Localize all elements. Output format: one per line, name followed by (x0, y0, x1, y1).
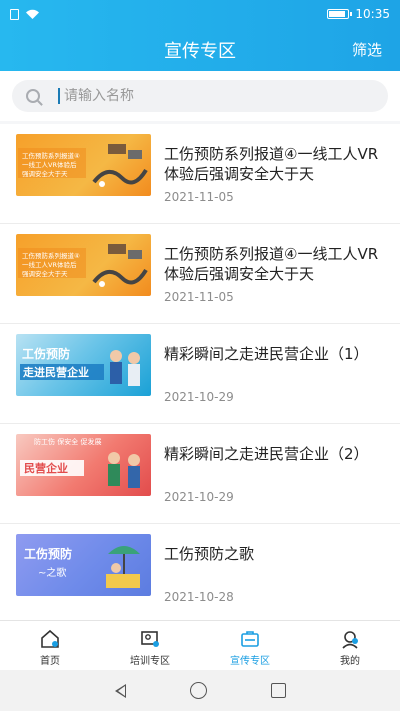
search-icon (26, 89, 40, 103)
article-info: 精彩瞬间之走进民营企业（1） 2021-10-29 (164, 334, 384, 423)
article-title: 工伤预防系列报道④一线工人VR体验后强调安全大于天 (164, 145, 379, 183)
svg-text:一线工人VR体验后: 一线工人VR体验后 (22, 260, 77, 269)
recent-apps-icon[interactable] (270, 683, 286, 698)
thumbnail-illustration: 工伤预防 走进民营企业 (20, 346, 140, 386)
wifi-icon (26, 9, 39, 19)
svg-text:民营企业: 民营企业 (24, 461, 68, 475)
tab-label: 我的 (340, 656, 360, 667)
list-item[interactable]: 工伤预防 ~之歌 工伤预防之歌 2021-10-28 (0, 524, 400, 622)
article-title: 工伤预防之歌 (164, 545, 255, 563)
search-box[interactable] (12, 80, 388, 112)
article-info: 工伤预防系列报道④一线工人VR体验后强调安全大于天 2021-11-05 (164, 134, 384, 223)
article-title: 精彩瞬间之走进民营企业（2） (164, 445, 369, 463)
thumbnail-illustration: 工伤预防 ~之歌 (24, 546, 140, 588)
svg-text:强调安全大于天: 强调安全大于天 (22, 169, 68, 178)
publicity-icon (241, 631, 259, 647)
home-icon (41, 629, 59, 648)
article-thumbnail: 工伤预防 走进民营企业 (16, 334, 151, 396)
tab-label: 培训专区 (130, 656, 170, 667)
svg-text:工伤预防系列报道④: 工伤预防系列报道④ (22, 151, 80, 160)
svg-text:工伤预防: 工伤预防 (22, 346, 70, 361)
bottom-tab-bar: 首页 培训专区 宣传专区 我的 (0, 620, 400, 670)
svg-text:工伤预防系列报道④: 工伤预防系列报道④ (22, 251, 80, 260)
article-date: 2021-11-05 (164, 290, 234, 304)
svg-text:一线工人VR体验后: 一线工人VR体验后 (22, 160, 77, 169)
app-header: 10:35 宣传专区 筛选 (0, 0, 400, 71)
training-icon (141, 631, 159, 647)
tab-label: 宣传专区 (230, 656, 270, 667)
svg-text:走进民营企业: 走进民营企业 (22, 365, 89, 379)
article-title: 精彩瞬间之走进民营企业（1） (164, 345, 369, 363)
status-icons-left (10, 8, 40, 20)
status-bar: 10:35 (0, 0, 400, 28)
article-thumbnail: 工伤预防系列报道④ 一线工人VR体验后 强调安全大于天 (16, 134, 151, 196)
list-item[interactable]: 工伤预防系列报道④ 一线工人VR体验后 强调安全大于天 工伤预防系列报道④一线工… (0, 124, 400, 224)
search-input[interactable] (64, 88, 344, 104)
svg-text:强调安全大于天: 强调安全大于天 (22, 269, 68, 278)
svg-text:工伤预防: 工伤预防 (24, 546, 72, 561)
article-date: 2021-11-05 (164, 190, 234, 204)
tab-label: 首页 (40, 656, 60, 667)
sim-icon (10, 8, 19, 20)
article-thumbnail: 防工伤 保安全 促发展 民营企业 (16, 434, 151, 496)
article-info: 工伤预防系列报道④一线工人VR体验后强调安全大于天 2021-11-05 (164, 234, 384, 323)
text-cursor (58, 88, 60, 104)
thumbnail-illustration: 工伤预防系列报道④ 一线工人VR体验后 强调安全大于天 (18, 144, 148, 187)
article-date: 2021-10-29 (164, 490, 234, 504)
list-item[interactable]: 工伤预防系列报道④ 一线工人VR体验后 强调安全大于天 工伤预防系列报道④一线工… (0, 224, 400, 324)
title-bar: 宣传专区 筛选 (0, 28, 400, 71)
article-info: 工伤预防之歌 2021-10-28 (164, 534, 384, 622)
tab-mine[interactable]: 我的 (300, 621, 400, 670)
svg-text:防工伤 保安全 促发展: 防工伤 保安全 促发展 (34, 437, 101, 446)
battery-icon (327, 9, 353, 19)
page-title: 宣传专区 (164, 40, 236, 62)
back-icon[interactable] (114, 683, 126, 698)
thumbnail-illustration: 工伤预防系列报道④ 一线工人VR体验后 强调安全大于天 (18, 244, 148, 287)
status-icons-right: 10:35 (327, 7, 390, 21)
tab-home[interactable]: 首页 (0, 621, 100, 670)
article-thumbnail: 工伤预防 ~之歌 (16, 534, 151, 596)
list-item[interactable]: 工伤预防 走进民营企业 精彩瞬间之走进民营企业（1） 2021-10-29 (0, 324, 400, 424)
article-date: 2021-10-29 (164, 390, 234, 404)
list-item[interactable]: 防工伤 保安全 促发展 民营企业 精彩瞬间之走进民营企业（2） 2021-10-… (0, 424, 400, 524)
article-info: 精彩瞬间之走进民营企业（2） 2021-10-29 (164, 434, 384, 523)
article-title: 工伤预防系列报道④一线工人VR体验后强调安全大于天 (164, 245, 379, 283)
user-icon (342, 631, 358, 649)
home-circle-icon[interactable] (189, 682, 207, 699)
tab-publicity[interactable]: 宣传专区 (200, 621, 300, 670)
tab-training[interactable]: 培训专区 (100, 621, 200, 670)
status-time: 10:35 (355, 7, 390, 21)
system-nav-bar (0, 670, 400, 711)
thumbnail-illustration: 防工伤 保安全 促发展 民营企业 (20, 437, 140, 488)
search-area (0, 71, 400, 121)
svg-text:~之歌: ~之歌 (38, 566, 66, 579)
filter-button[interactable]: 筛选 (352, 39, 382, 60)
article-list: 工伤预防系列报道④ 一线工人VR体验后 强调安全大于天 工伤预防系列报道④一线工… (0, 124, 400, 622)
article-thumbnail: 工伤预防系列报道④ 一线工人VR体验后 强调安全大于天 (16, 234, 151, 296)
article-date: 2021-10-28 (164, 590, 234, 604)
